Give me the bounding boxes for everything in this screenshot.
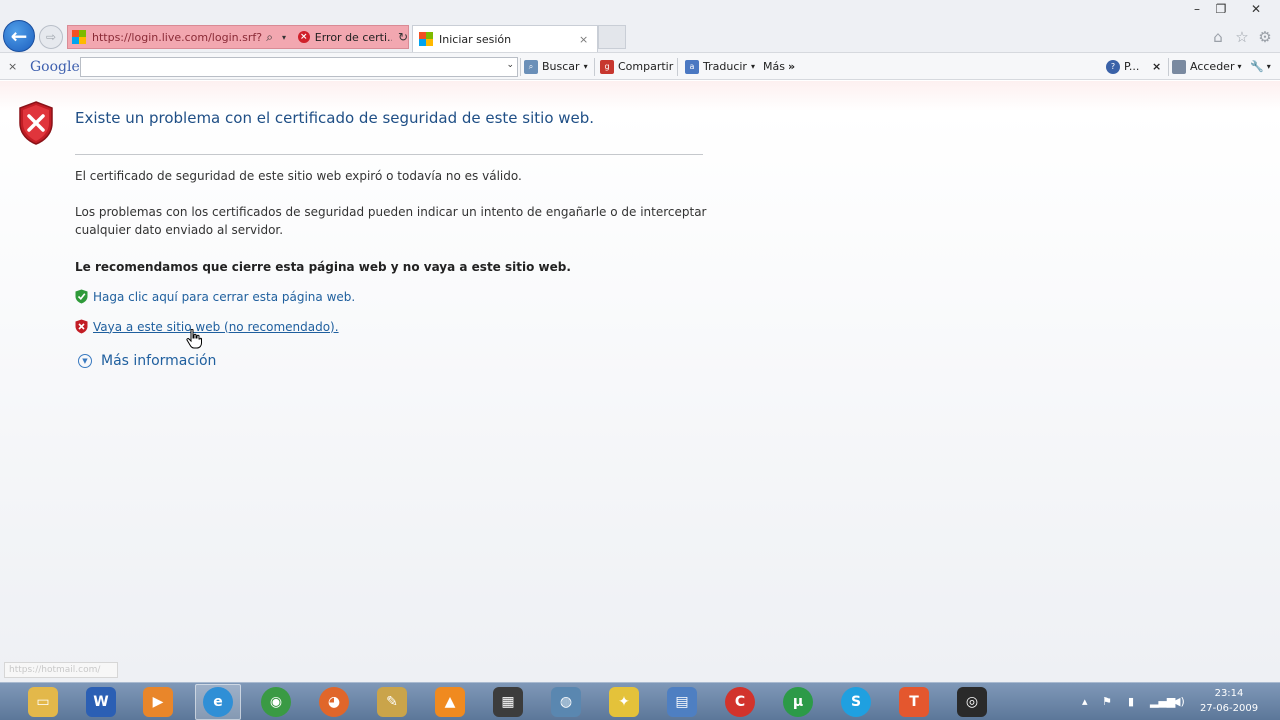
p-button[interactable]: ? P... <box>1106 53 1139 80</box>
forward-arrow-icon: ⇨ <box>45 30 57 44</box>
address-url[interactable]: https://login.live.com/login.srf?wa <box>92 31 262 44</box>
internet-explorer-icon[interactable]: e <box>203 687 233 717</box>
help-shield-icon: ? <box>1106 59 1120 74</box>
google-logo: Google <box>30 58 80 75</box>
compartir-label: Compartir <box>618 60 674 73</box>
search-icon: ⌕ <box>524 59 538 74</box>
title-divider <box>75 154 703 155</box>
text-app-icon[interactable]: T <box>899 687 929 717</box>
network-tool-icon[interactable]: ◍ <box>551 687 581 717</box>
google-toolbar: × Google ⌄ ⌕ Buscar ▾ g Compartir a Trad… <box>0 52 1280 80</box>
home-icon[interactable]: ⌂ <box>1208 28 1228 46</box>
recommendation-text: Le recomendamos que cierre esta página w… <box>75 260 571 274</box>
video-editor-icon[interactable]: ▦ <box>493 687 523 717</box>
certificate-error-icon[interactable]: × <box>297 31 310 43</box>
clock-time: 23:14 <box>1214 688 1244 699</box>
close-window-button[interactable]: ✕ <box>1246 2 1266 16</box>
red-shield-icon <box>19 101 53 145</box>
tab-title: Iniciar sesión <box>439 32 512 46</box>
winrar-icon[interactable]: ✎ <box>377 687 407 717</box>
skype-icon[interactable]: S <box>841 687 871 717</box>
action-center-icon[interactable]: ⚑ <box>1102 695 1112 708</box>
traducir-button[interactable]: a Traducir ▾ <box>685 53 755 80</box>
hand-cursor-icon <box>186 329 202 349</box>
toolbar-close-button[interactable]: × <box>8 53 17 80</box>
star-icon[interactable]: ☆ <box>1232 28 1252 46</box>
back-arrow-icon: ← <box>10 24 28 48</box>
media-player-icon[interactable]: ▶ <box>143 687 173 717</box>
toolbar-divider <box>677 58 678 76</box>
windows-logo-icon <box>72 30 86 44</box>
translate-icon: a <box>685 59 699 74</box>
p-label: P... <box>1124 60 1140 73</box>
gear-icon[interactable]: ⚙ <box>1255 28 1275 46</box>
search-icon[interactable]: ⌕ <box>266 30 282 45</box>
chevron-down-icon[interactable]: ⌄ <box>506 60 514 70</box>
user-avatar-icon <box>1172 59 1186 74</box>
webcam-icon[interactable]: ◎ <box>957 687 987 717</box>
utorrent-icon[interactable]: µ <box>783 687 813 717</box>
minimize-button[interactable]: – <box>1187 2 1207 16</box>
red-shield-small-icon <box>75 319 88 334</box>
toolbar-divider <box>520 58 521 76</box>
more-info-toggle[interactable]: ▼ Más información <box>78 353 216 369</box>
continue-site-link[interactable]: Vaya a este sitio web (no recomendado). <box>93 320 339 334</box>
forward-button[interactable]: ⇨ <box>39 25 63 49</box>
keys-icon[interactable]: ✦ <box>609 687 639 717</box>
certificate-error-label[interactable]: Error de certi... <box>315 31 392 44</box>
status-bar-url: https://hotmail.com/ <box>4 662 118 678</box>
chevron-down-icon: ▾ <box>750 62 755 71</box>
vlc-icon[interactable]: ▲ <box>435 687 465 717</box>
address-bar[interactable]: https://login.live.com/login.srf?wa ⌕ ▾ … <box>67 25 409 49</box>
word-icon[interactable]: W <box>86 687 116 717</box>
tab-close-button[interactable]: × <box>579 33 588 46</box>
acceder-button[interactable]: Acceder ▾ <box>1172 53 1241 80</box>
taskbar: ▭ W ▶ e ◉ ◕ ✎ ▲ ▦ ◍ ✦ ▤ C µ S T ◎ ▴ ⚑ ▮ … <box>0 682 1280 720</box>
remote-desktop-icon[interactable]: ▤ <box>667 687 697 717</box>
warning-explanation-text: Los problemas con los certificados de se… <box>75 205 707 237</box>
expired-certificate-text: El certificado de seguridad de este siti… <box>75 169 522 183</box>
chrome-icon[interactable]: ◉ <box>261 687 291 717</box>
browser-title-bar: ← ⇨ https://login.live.com/login.srf?wa … <box>0 0 1280 52</box>
restore-button[interactable]: ❐ <box>1211 2 1231 16</box>
toolbar-divider <box>594 58 595 76</box>
mas-label: Más <box>763 60 785 73</box>
acceder-label: Acceder <box>1190 60 1235 73</box>
address-dropdown[interactable]: ▾ <box>282 33 294 42</box>
mas-button[interactable]: Más » <box>763 53 795 80</box>
more-info-label: Más información <box>101 353 217 369</box>
wrench-icon[interactable]: 🔧 ▾ <box>1250 53 1271 80</box>
double-chevron-icon: » <box>787 60 796 73</box>
buscar-button[interactable]: ⌕ Buscar ▾ <box>524 53 588 80</box>
share-icon: g <box>600 59 614 74</box>
show-hidden-icons[interactable]: ▴ <box>1082 695 1088 708</box>
volume-icon[interactable]: ◀) <box>1172 695 1185 708</box>
ccleaner-icon[interactable]: C <box>725 687 755 717</box>
traducir-label: Traducir <box>703 60 747 73</box>
close-page-link[interactable]: Haga clic aquí para cerrar esta página w… <box>93 290 355 304</box>
close-page-row[interactable]: Haga clic aquí para cerrar esta página w… <box>75 289 355 304</box>
certificate-error-page: Existe un problema con el certificado de… <box>0 81 1280 682</box>
green-shield-icon <box>75 289 88 304</box>
refresh-icon[interactable]: ↻ <box>398 30 408 44</box>
toolbar-divider <box>1168 58 1169 76</box>
buscar-label: Buscar <box>542 60 580 73</box>
expand-circle-icon: ▼ <box>78 354 92 368</box>
chevron-down-icon: ▾ <box>1237 62 1242 71</box>
compartir-button[interactable]: g Compartir <box>600 53 673 80</box>
chevron-down-icon: ▾ <box>583 62 588 71</box>
windows-logo-icon <box>419 32 433 46</box>
battery-icon[interactable]: ▮ <box>1128 695 1134 708</box>
google-search-input[interactable]: ⌄ <box>80 57 518 77</box>
page-title: Existe un problema con el certificado de… <box>75 109 595 127</box>
system-clock[interactable]: 23:14 27-06-2009 <box>1196 686 1262 716</box>
tab-iniciar-sesion[interactable]: Iniciar sesión × <box>412 25 598 52</box>
new-tab-button[interactable] <box>598 25 626 49</box>
continue-site-row[interactable]: Vaya a este sitio web (no recomendado). <box>75 319 339 334</box>
file-explorer-icon[interactable]: ▭ <box>28 687 58 717</box>
p-close-button[interactable]: × <box>1152 53 1161 80</box>
firefox-icon[interactable]: ◕ <box>319 687 349 717</box>
back-button[interactable]: ← <box>3 20 35 52</box>
clock-date: 27-06-2009 <box>1199 703 1259 714</box>
